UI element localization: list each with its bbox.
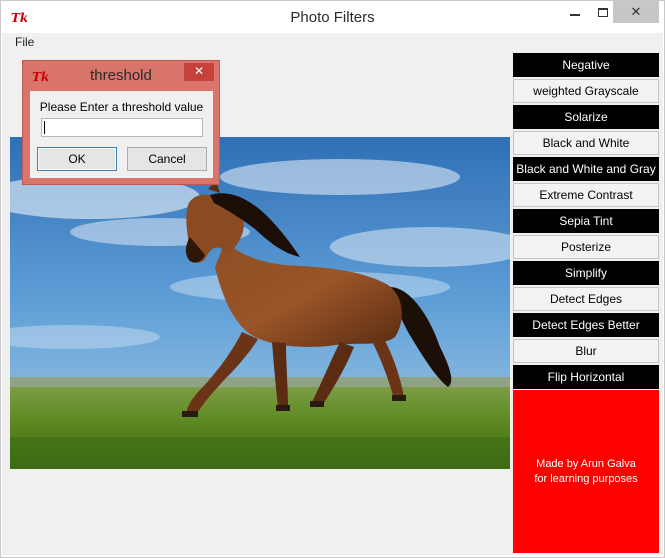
- filter-button-extreme-contrast[interactable]: Extreme Contrast: [513, 183, 659, 207]
- dialog-close-button[interactable]: ✕: [184, 63, 214, 81]
- close-button[interactable]: ✕: [613, 1, 659, 23]
- threshold-dialog: Tk threshold ✕ Please Enter a threshold …: [22, 60, 220, 185]
- filter-button-black-and-white-and-gray[interactable]: Black and White and Gray: [513, 157, 659, 181]
- credit-line-2: for learning purposes: [534, 473, 638, 485]
- filter-button-detect-edges[interactable]: Detect Edges: [513, 287, 659, 311]
- close-icon: ✕: [630, 4, 642, 19]
- dialog-prompt: Please Enter a threshold value: [39, 100, 204, 114]
- maximize-icon: [598, 7, 608, 17]
- credit-panel: Made by Arun Galva for learning purposes: [513, 390, 659, 553]
- menu-file[interactable]: File: [15, 35, 34, 49]
- horse-photo: [10, 137, 510, 469]
- close-icon: ✕: [193, 64, 205, 78]
- filter-button-black-and-white[interactable]: Black and White: [513, 131, 659, 155]
- cancel-button[interactable]: Cancel: [127, 147, 207, 171]
- filter-button-weighted-grayscale[interactable]: weighted Grayscale: [513, 79, 659, 103]
- text-cursor: [44, 121, 45, 134]
- filter-button-posterize[interactable]: Posterize: [513, 235, 659, 259]
- ok-button[interactable]: OK: [37, 147, 117, 171]
- filter-button-column: Negative weighted Grayscale Solarize Black …: [513, 53, 659, 391]
- threshold-input[interactable]: [41, 118, 203, 137]
- filter-button-negative[interactable]: Negative: [513, 53, 659, 77]
- title-bar[interactable]: Tk Photo Filters ✕: [1, 1, 664, 33]
- menu-bar: File: [2, 33, 663, 51]
- dialog-body: Please Enter a threshold value OK Cancel: [30, 91, 213, 178]
- filter-button-simplify[interactable]: Simplify: [513, 261, 659, 285]
- minimize-button[interactable]: [561, 1, 589, 23]
- minimize-icon: [570, 14, 580, 16]
- filter-button-flip-horizontal[interactable]: Flip Horizontal: [513, 365, 659, 389]
- filter-button-sepia-tint[interactable]: Sepia Tint: [513, 209, 659, 233]
- filter-button-detect-edges-better[interactable]: Detect Edges Better: [513, 313, 659, 337]
- filter-button-solarize[interactable]: Solarize: [513, 105, 659, 129]
- filter-button-blur[interactable]: Blur: [513, 339, 659, 363]
- credit-line-1: Made by Arun Galva: [536, 458, 636, 470]
